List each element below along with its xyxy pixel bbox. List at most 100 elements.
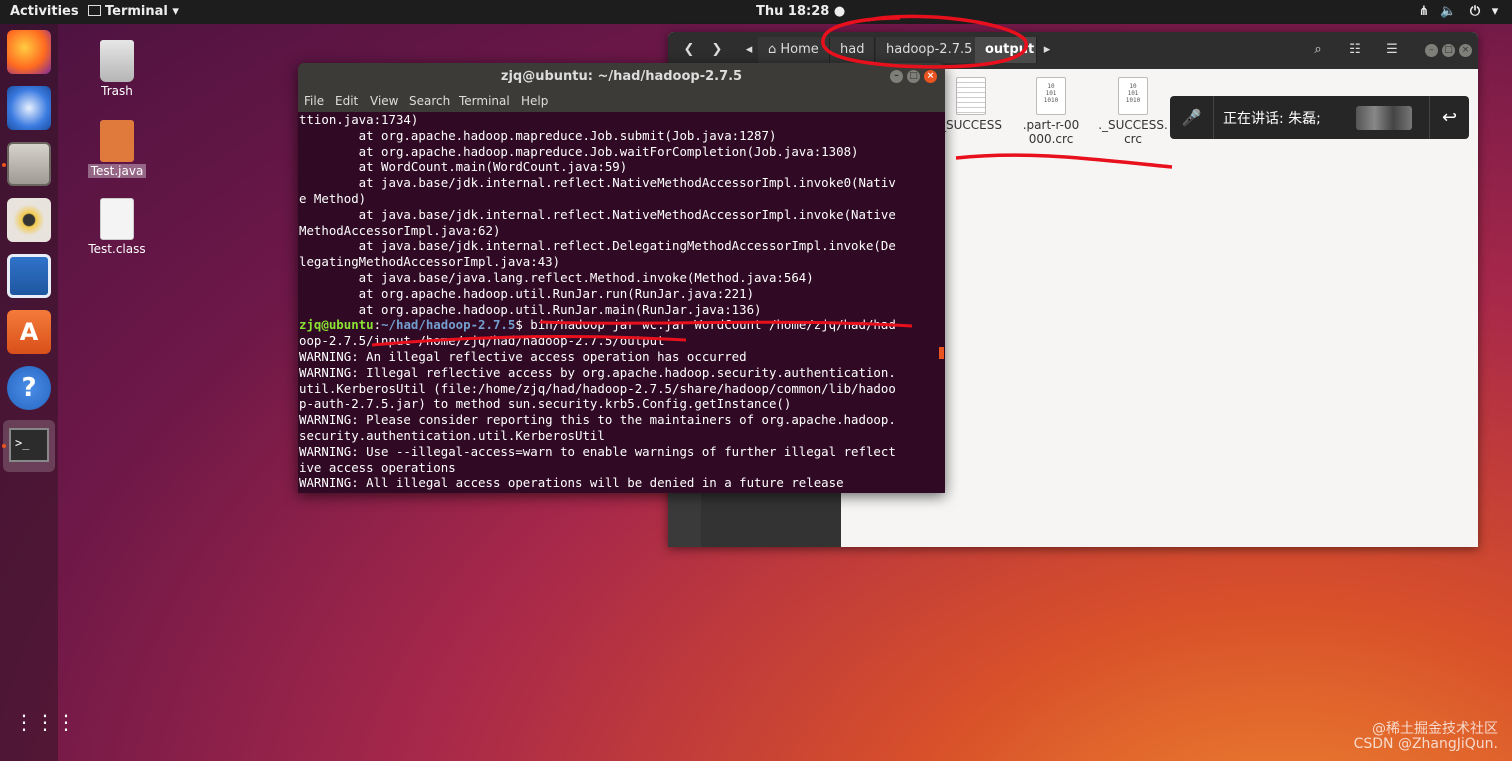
binary-file-icon: 10 101 1010	[1118, 77, 1148, 115]
muted-mic-icon[interactable]: 🎤	[1170, 96, 1214, 139]
minimize-button[interactable]: –	[890, 70, 903, 83]
prompt-command: $ bin/hadoop jar wc.jar WordCount /home/…	[515, 317, 896, 333]
breadcrumb-home[interactable]: ⌂ Home	[758, 37, 830, 63]
file-item[interactable]: 10 101 1010 ._SUCCESS.crc	[1091, 77, 1175, 146]
prompt-colon: :	[373, 317, 382, 333]
volume-icon[interactable]: 🔈	[1440, 4, 1456, 20]
class-file-icon	[100, 198, 134, 240]
running-indicator	[2, 163, 6, 167]
binary-icon-text: 10 101 1010	[1125, 83, 1141, 104]
maximize-button[interactable]: □	[907, 70, 920, 83]
blurred-avatar	[1356, 106, 1412, 130]
app-menu[interactable]: Terminal ▾	[88, 4, 179, 19]
terminal-line: at org.apache.hadoop.util.RunJar.run(Run…	[299, 285, 755, 301]
breadcrumb-hadoop[interactable]: hadoop-2.7.5	[876, 37, 984, 63]
file-item[interactable]: 10 101 1010 .part-r-00000.crc	[1009, 77, 1093, 146]
notification-dot-icon: ●	[833, 4, 846, 19]
network-icon[interactable]: ⋔	[1416, 4, 1432, 20]
terminal-line: ttion.java:1734)	[299, 112, 419, 127]
desktop-icon-label: Test.java	[87, 164, 147, 178]
close-button[interactable]: ×	[1459, 44, 1472, 57]
binary-file-icon: 10 101 1010	[1036, 77, 1066, 115]
terminal-line: util.KerberosUtil (file:/home/zjq/had/ha…	[299, 380, 896, 396]
libreoffice-writer-icon[interactable]	[7, 254, 51, 298]
scrollbar-thumb[interactable]	[939, 347, 944, 359]
app-menu-label: Terminal	[105, 4, 168, 19]
warning-lines: oop-2.7.5/input /home/zjq/had/hadoop-2.7…	[299, 333, 939, 493]
terminal-line: 22/04/07 05:41:43 INFO Configuration.dep…	[299, 491, 939, 493]
terminal-line: at WordCount.main(WordCount.java:59)	[299, 159, 628, 175]
rhythmbox-icon[interactable]	[7, 198, 51, 242]
activities-button[interactable]: Activities	[10, 4, 79, 19]
menu-help[interactable]: Help	[521, 94, 548, 108]
clock[interactable]: Thu 18:28 ●	[756, 4, 845, 19]
terminal-line: security.authentication.util.KerberosUti…	[299, 427, 605, 443]
firefox-icon[interactable]	[7, 30, 51, 74]
show-applications-icon[interactable]: ⋮⋮⋮	[14, 712, 76, 747]
terminal-line: at org.apache.hadoop.mapreduce.Job.waitF…	[299, 143, 859, 159]
menu-edit[interactable]: Edit	[335, 94, 358, 108]
files-icon[interactable]	[7, 142, 51, 186]
breadcrumb-had[interactable]: had	[830, 37, 876, 63]
file-name: ._SUCCESS.crc	[1098, 118, 1168, 146]
top-bar: Activities Terminal ▾ Thu 18:28 ● ⋔ 🔈 ⏻ …	[0, 0, 1512, 24]
terminal-line: WARNING: Illegal reflective access by or…	[299, 364, 896, 380]
terminal-line: at java.base/jdk.internal.reflect.Native…	[299, 175, 896, 191]
close-button[interactable]: ×	[924, 70, 937, 83]
menu-search[interactable]: Search	[409, 94, 450, 108]
terminal-window: zjq@ubuntu: ~/had/hadoop-2.7.5 – □ × Fil…	[298, 63, 945, 493]
text-file-icon	[956, 77, 986, 115]
thunderbird-icon[interactable]	[7, 86, 51, 130]
terminal-line: WARNING: An illegal reflective access op…	[299, 348, 747, 364]
desktop-icon-label: Test.class	[88, 242, 146, 256]
menu-file[interactable]: File	[304, 94, 324, 108]
maximize-button[interactable]: □	[1442, 44, 1455, 57]
watermark-csdn: CSDN @ZhangJiQun.	[1353, 736, 1498, 752]
software-center-icon[interactable]: A	[7, 310, 51, 354]
view-options-icon[interactable]: ☷	[1343, 38, 1367, 62]
terminal-line: e Method)	[299, 190, 367, 206]
watermark-juejin: @稀土掘金技术社区	[1372, 721, 1498, 737]
minimize-button[interactable]: –	[1425, 44, 1438, 57]
file-name: .part-r-00000.crc	[1022, 118, 1080, 146]
breadcrumb-left-arrow[interactable]: ◂	[742, 38, 756, 62]
breadcrumb-output[interactable]: output	[975, 37, 1037, 63]
terminal-line: p-auth-2.7.5.jar) to method sun.security…	[299, 396, 792, 412]
search-icon[interactable]: ⌕	[1306, 38, 1330, 62]
menu-view[interactable]: View	[370, 94, 398, 108]
clock-label: Thu 18:28	[756, 4, 830, 19]
breadcrumb-right-arrow[interactable]: ▸	[1040, 38, 1054, 62]
terminal-line: WARNING: Please consider reporting this …	[299, 412, 896, 428]
desktop-icon-test-class[interactable]: Test.class	[81, 198, 153, 256]
reply-icon[interactable]: ↩	[1429, 96, 1469, 139]
terminal-output[interactable]: ttion.java:1734) at org.apache.hadoop.ma…	[299, 112, 939, 493]
help-icon[interactable]: ?	[7, 366, 51, 410]
terminal-line: at java.base/jdk.internal.reflect.Native…	[299, 206, 896, 222]
terminal-title: zjq@ubuntu: ~/had/hadoop-2.7.5	[500, 69, 743, 84]
stack-trace-lines: ttion.java:1734) at org.apache.hadoop.ma…	[299, 112, 939, 317]
menu-terminal[interactable]: Terminal	[459, 94, 510, 108]
terminal-line: ive access operations	[299, 459, 456, 475]
desktop-icon-trash[interactable]: Trash	[81, 40, 153, 98]
home-icon: ⌂	[768, 42, 777, 57]
terminal-line: WARNING: All illegal access operations w…	[299, 475, 844, 491]
terminal-line: legatingMethodAccessorImpl.java:43)	[299, 254, 561, 270]
terminal-icon: >_	[9, 428, 49, 462]
sidebar-panel	[701, 489, 841, 547]
terminal-line: at java.base/jdk.internal.reflect.Delega…	[299, 238, 896, 254]
command-line: zjq@ubuntu:~/had/hadoop-2.7.5$ bin/hadoo…	[299, 317, 939, 333]
menu-icon[interactable]: ☰	[1380, 38, 1404, 62]
file-name: _SUCCESS	[940, 118, 1002, 132]
forward-button[interactable]: ❯	[704, 38, 730, 62]
terminal-line: at java.base/java.lang.reflect.Method.in…	[299, 269, 814, 285]
chevron-down-icon: ▾	[172, 4, 179, 19]
back-button[interactable]: ❮	[676, 38, 702, 62]
chevron-down-icon[interactable]: ▾	[1487, 4, 1503, 20]
desktop-icon-test-java[interactable]: Test.java	[81, 120, 153, 178]
terminal-line: at org.apache.hadoop.mapreduce.Job.submi…	[299, 127, 777, 143]
terminal-active-slot[interactable]: >_	[3, 420, 55, 472]
terminal-line: oop-2.7.5/input /home/zjq/had/hadoop-2.7…	[299, 333, 665, 349]
prompt-user: zjq@ubuntu	[299, 317, 374, 333]
power-icon[interactable]: ⏻	[1467, 4, 1483, 20]
terminal-menubar: File Edit View Search Terminal Help	[298, 90, 945, 112]
